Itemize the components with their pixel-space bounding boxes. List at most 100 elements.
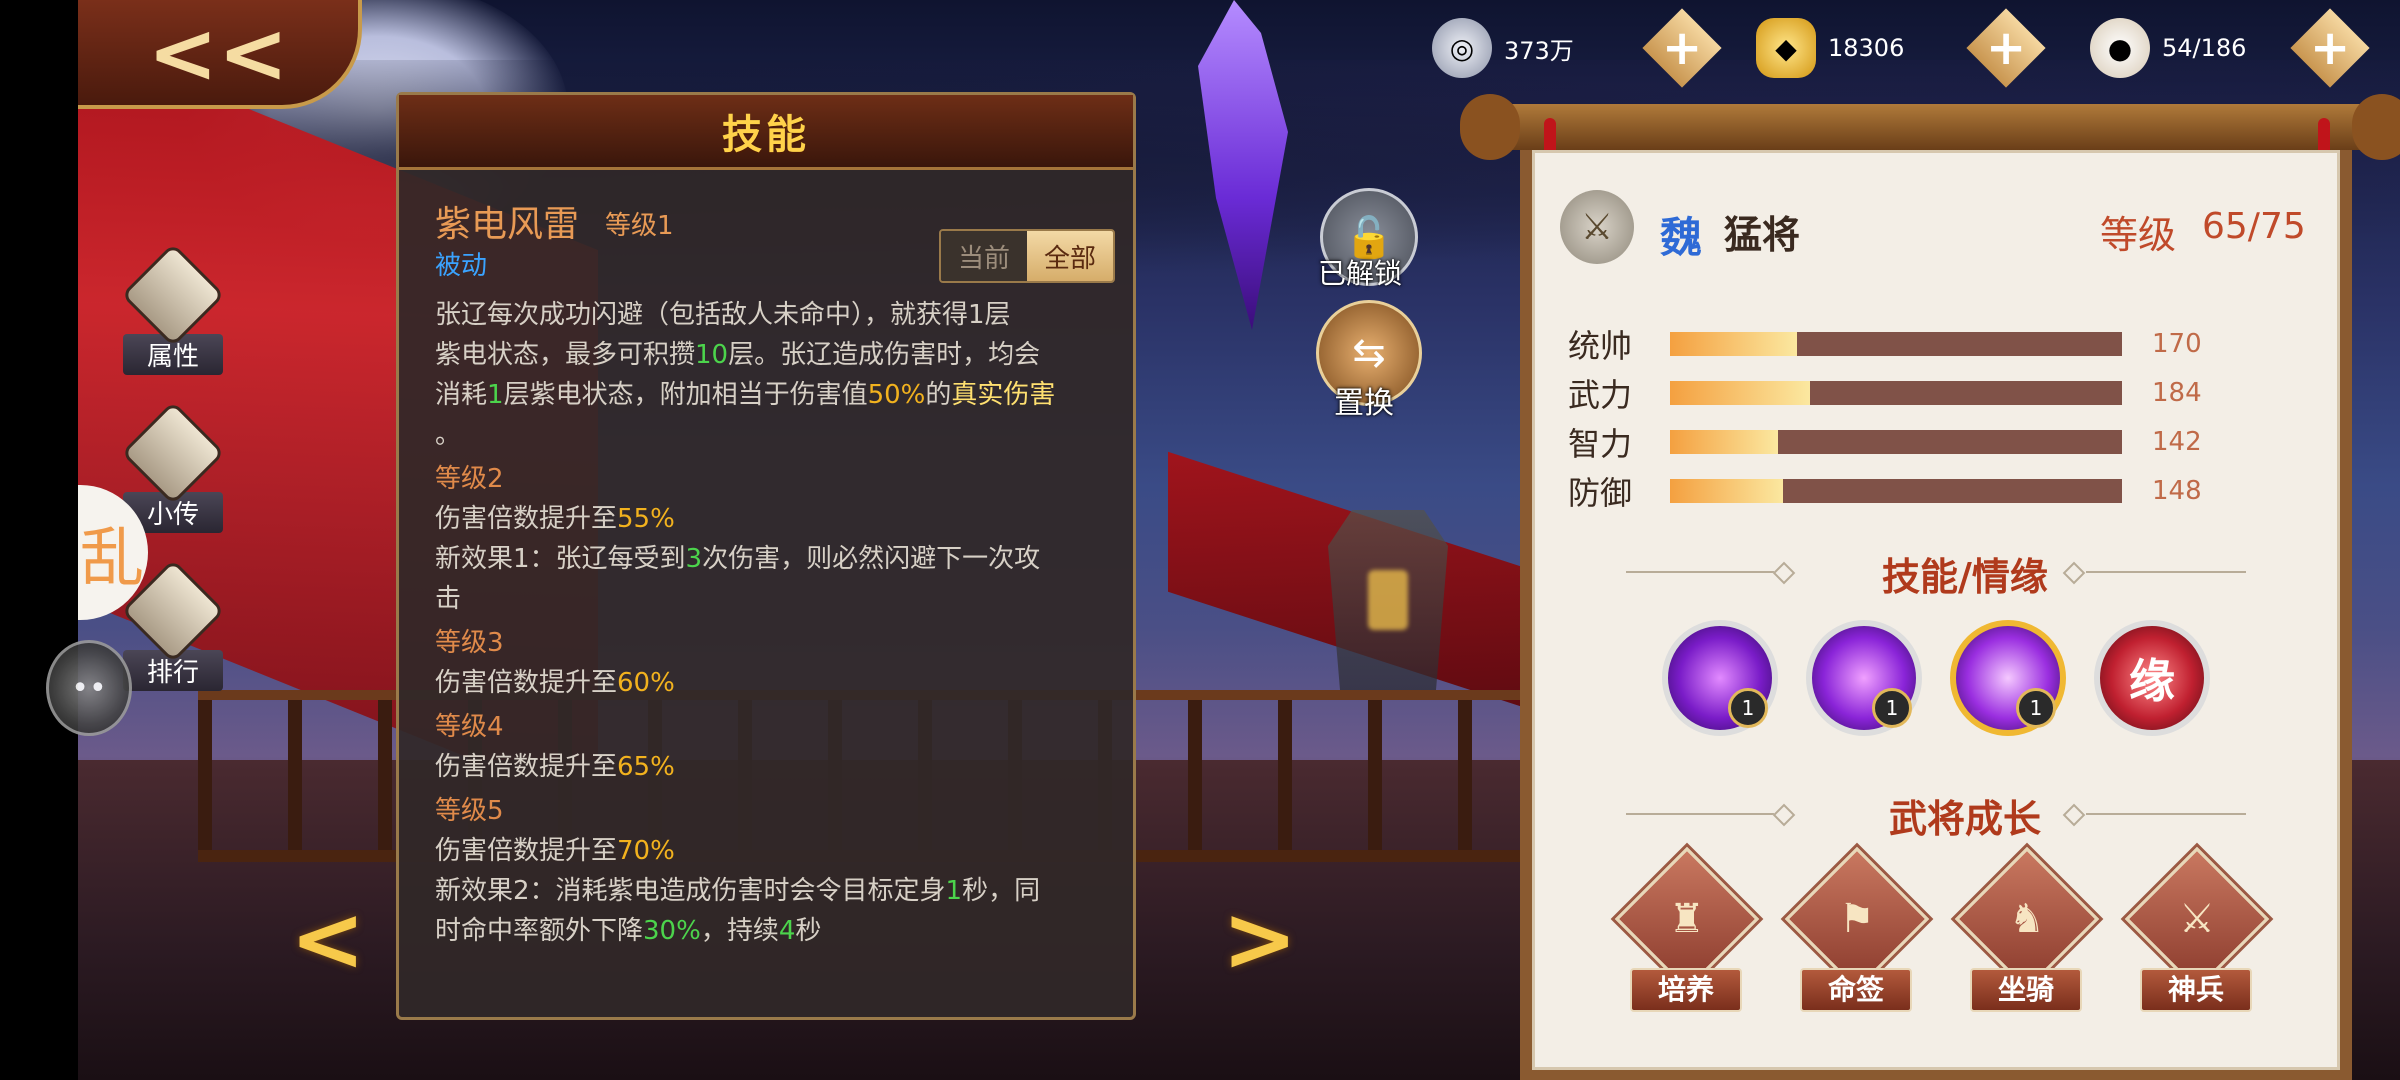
level-line: 击 — [435, 584, 462, 614]
desc-line: 张辽每次成功闪避（包括敌人未命中），就获得1层 — [435, 300, 1011, 330]
purple-lightning-skill-icon[interactable]: 1 — [1806, 620, 1922, 736]
hero-title: 猛将 — [1724, 213, 1801, 257]
stat-row: 智力 142 — [1568, 422, 2202, 463]
level-line: 时命中率额外下降30%，持续4秒 — [435, 916, 822, 946]
skill-level-badge: 1 — [2016, 688, 2056, 728]
toggle-all[interactable]: 全部 — [1027, 231, 1113, 281]
stat-row: 防御 148 — [1568, 471, 2202, 512]
stat-bar — [1670, 332, 2122, 356]
scroll-rod — [1460, 94, 2400, 160]
desc-line: 紫电状态，最多可积攒10层。张辽造成伤害时，均会 — [435, 340, 1041, 370]
purple-slash-skill-icon[interactable]: 1 — [1662, 620, 1778, 736]
plus-icon: + — [1661, 20, 1703, 76]
tower-light — [1368, 570, 1408, 630]
stat-value: 142 — [2152, 427, 2202, 457]
fate-glyph: 缘 — [2129, 654, 2175, 708]
gold-ingot-icon: ◆ — [1756, 18, 1816, 78]
desc-line: 。 — [435, 420, 462, 450]
hero-faction: 魏 — [1660, 213, 1703, 262]
silver-coin-icon: ◎ — [1432, 18, 1492, 78]
float-ball-glyph: 乱 — [80, 521, 144, 596]
next-hero-arrow-icon[interactable]: > — [1222, 895, 1297, 985]
plus-icon: + — [2309, 20, 2351, 76]
level-line: 伤害倍数提升至70% — [435, 836, 675, 866]
stat-value: 170 — [2152, 329, 2202, 359]
stat-name: 智力 — [1568, 425, 1633, 463]
level-line: 伤害倍数提升至55% — [435, 504, 675, 534]
currency-value: 373万 — [1504, 36, 1574, 65]
desc-line: 消耗1层紫电状态，附加相当于伤害值50%的真实伤害 — [435, 380, 1056, 410]
skill-description: 张辽每次成功闪避（包括敌人未命中），就获得1层 紫电状态，最多可积攒10层。张辽… — [435, 295, 1111, 995]
skill-level: 等级1 — [605, 211, 674, 241]
fate-skill-icon[interactable]: 缘 — [2094, 620, 2210, 736]
unlocked-label: 已解锁 — [1318, 257, 1403, 290]
add-silver-button[interactable]: + — [1642, 8, 1722, 88]
skill-level-badge: 1 — [1728, 688, 1768, 728]
side-btn-label: 属性 — [122, 334, 223, 375]
level-line: 伤害倍数提升至65% — [435, 752, 675, 782]
stat-bar — [1670, 430, 2122, 454]
growth-label: 培养 — [1630, 968, 1742, 1012]
side-btn-label: 排行 — [122, 650, 223, 691]
stat-value: 184 — [2152, 378, 2202, 408]
stat-value: 148 — [2152, 476, 2202, 506]
back-button[interactable]: << — [78, 0, 362, 109]
currency-silver: ◎ 373万 + — [1432, 8, 1722, 88]
growth-mount-button[interactable]: ♞ 坐骑 — [1954, 846, 2100, 1014]
side-btn-attributes[interactable]: 属性 — [108, 247, 238, 375]
level-label: 等级2 — [435, 464, 504, 494]
growth-label: 神兵 — [2140, 968, 2252, 1012]
level-label: 等级4 — [435, 712, 504, 742]
section-title-growth: 武将成长 — [1888, 797, 2041, 841]
level-label: 等级3 — [435, 628, 504, 658]
growth-lots-button[interactable]: ⚑ 命签 — [1784, 846, 1930, 1014]
skill-level-badge: 1 — [1872, 688, 1912, 728]
level-line: 新效果1：张辽每受到3次伤害，则必然闪避下一次攻 — [435, 544, 1041, 574]
add-stamina-button[interactable]: + — [2290, 8, 2370, 88]
hero-level-value: 65/75 — [2202, 206, 2306, 247]
swap-label: 置换 — [1334, 386, 1394, 421]
currency-stamina: ● 54/186 + — [2090, 8, 2370, 88]
plus-icon: + — [1985, 20, 2027, 76]
skill-panel-title: 技能 — [722, 112, 810, 158]
stat-name: 武力 — [1568, 376, 1633, 414]
purple-dash-skill-icon[interactable]: 1 — [1950, 620, 2066, 736]
currency-gold: ◆ 18306 + — [1756, 8, 2046, 88]
currency-value: 18306 — [1828, 34, 1905, 62]
section-title-skills: 技能/情缘 — [1882, 555, 2048, 599]
gamepad-icon[interactable]: •• — [46, 640, 132, 736]
stat-bar-fill — [1670, 430, 1779, 454]
stat-bar-fill — [1670, 479, 1783, 503]
stat-bar — [1670, 479, 2122, 503]
stat-bar-fill — [1670, 381, 1811, 405]
hero-level-label: 等级 — [2100, 213, 2177, 257]
add-gold-button[interactable]: + — [1966, 8, 2046, 88]
stat-bar — [1670, 381, 2122, 405]
stat-row: 统帅 170 — [1568, 324, 2202, 365]
skill-panel-header: 技能 — [399, 95, 1133, 170]
growth-label: 命签 — [1800, 968, 1912, 1012]
stat-bar-fill — [1670, 332, 1797, 356]
prev-hero-arrow-icon[interactable]: < — [290, 895, 365, 985]
hero-class-icon: ⚔ — [1560, 190, 1634, 264]
stat-name: 防御 — [1568, 474, 1633, 512]
toggle-current[interactable]: 当前 — [941, 231, 1027, 281]
skill-name: 紫电风雷 — [435, 204, 580, 245]
stat-name: 统帅 — [1568, 327, 1633, 365]
book-icon — [125, 405, 221, 501]
growth-train-button[interactable]: ♜ 培养 — [1614, 846, 1760, 1014]
scroll-icon — [125, 247, 221, 343]
currency-value: 54/186 — [2162, 34, 2247, 62]
level-line: 新效果2：消耗紫电造成伤害时会令目标定身1秒，同 — [435, 876, 1041, 906]
view-toggle: 当前 全部 — [939, 229, 1115, 283]
back-arrow-icon: << — [147, 3, 289, 102]
growth-weapon-button[interactable]: ⚔ 神兵 — [2124, 846, 2270, 1014]
stat-row: 武力 184 — [1568, 373, 2202, 414]
skill-panel: 技能 紫电风雷 等级1 被动 当前 全部 张辽每次成功闪避（包括敌人未命中），就… — [396, 92, 1136, 1020]
growth-label: 坐骑 — [1970, 968, 2082, 1012]
left-black-rail — [0, 0, 78, 1080]
level-label: 等级5 — [435, 796, 504, 826]
bun-icon: ● — [2090, 18, 2150, 78]
skill-type: 被动 — [435, 251, 488, 281]
level-line: 伤害倍数提升至60% — [435, 668, 675, 698]
